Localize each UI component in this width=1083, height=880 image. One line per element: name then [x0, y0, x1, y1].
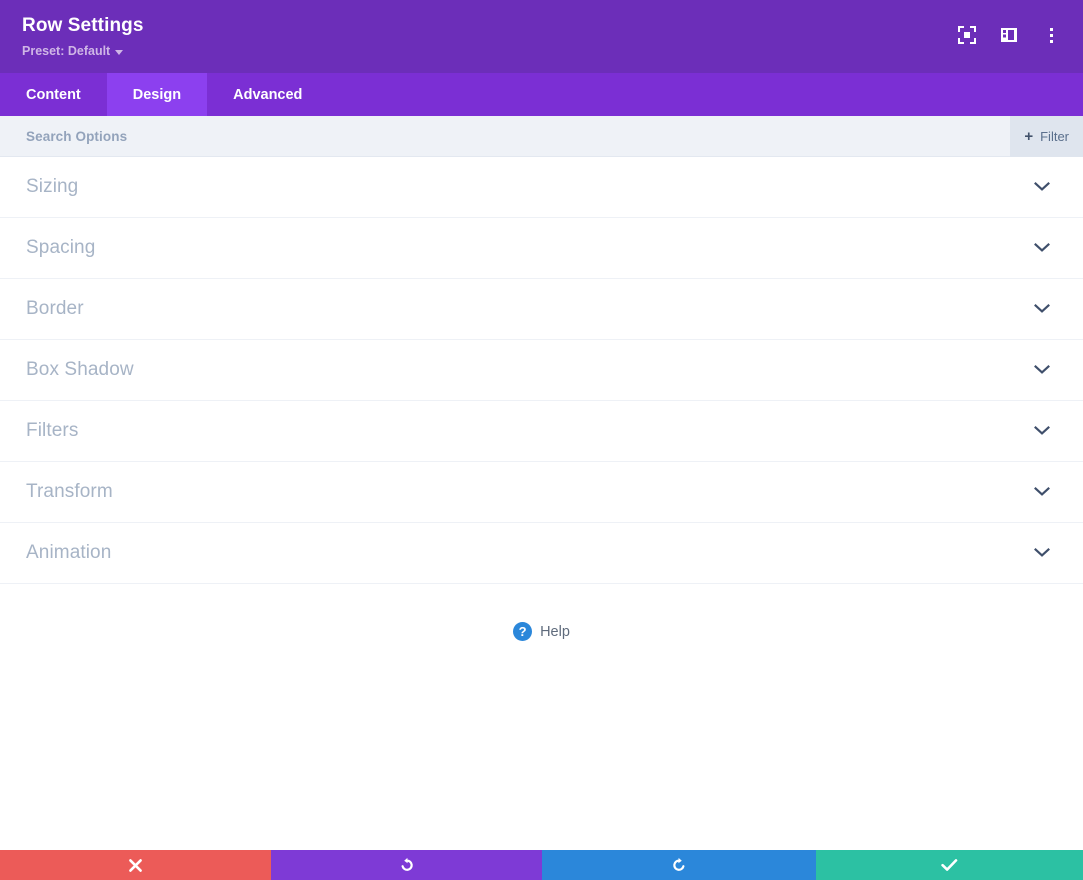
kebab-menu-icon[interactable] [1039, 23, 1063, 47]
preset-selector[interactable]: Preset: Default [22, 43, 124, 59]
save-button[interactable] [816, 850, 1083, 880]
section-animation[interactable]: Animation [0, 523, 1083, 584]
header-actions [955, 14, 1067, 47]
tab-bar: Content Design Advanced [0, 73, 1083, 116]
undo-button[interactable] [271, 850, 542, 880]
section-transform[interactable]: Transform [0, 462, 1083, 523]
search-input[interactable] [26, 128, 1083, 144]
undo-arrow-icon [399, 857, 415, 873]
section-label: Sizing [26, 176, 79, 197]
plus-icon: + [1024, 128, 1034, 145]
redo-arrow-icon [671, 857, 687, 873]
chevron-down-icon [1033, 178, 1051, 196]
tab-content[interactable]: Content [0, 73, 107, 116]
section-spacing[interactable]: Spacing [0, 218, 1083, 279]
search-bar: + Filter [0, 116, 1083, 157]
question-mark-icon: ? [513, 622, 533, 641]
header-title-group: Row Settings Preset: Default [22, 14, 955, 60]
section-label: Box Shadow [26, 359, 134, 380]
section-label: Border [26, 298, 84, 319]
chevron-down-icon [1033, 422, 1051, 440]
filter-button-label: Filter [1040, 129, 1069, 144]
preset-label: Preset: Default [22, 44, 111, 58]
close-x-icon [128, 858, 143, 873]
action-bar [0, 850, 1083, 880]
chevron-down-icon [1033, 239, 1051, 257]
section-label: Filters [26, 420, 79, 441]
tab-design[interactable]: Design [106, 73, 208, 116]
tab-advanced[interactable]: Advanced [207, 73, 328, 116]
chevron-down-icon [1033, 361, 1051, 379]
section-filters[interactable]: Filters [0, 401, 1083, 462]
section-border[interactable]: Border [0, 279, 1083, 340]
section-sizing[interactable]: Sizing [0, 157, 1083, 218]
row-settings-modal: Row Settings Preset: Default Content Des… [0, 0, 1083, 880]
chevron-down-icon [1033, 544, 1051, 562]
chevron-down-icon [1033, 300, 1051, 318]
expand-view-icon[interactable] [955, 23, 979, 47]
section-label: Transform [26, 481, 113, 502]
chevron-down-icon [1033, 483, 1051, 501]
settings-section-list: Sizing Spacing Border Box Shadow Filters [0, 157, 1083, 584]
section-label: Animation [26, 542, 112, 563]
redo-button[interactable] [542, 850, 816, 880]
panel-layout-icon[interactable] [997, 23, 1021, 47]
page-title: Row Settings [22, 15, 144, 36]
modal-header: Row Settings Preset: Default [0, 0, 1083, 73]
checkmark-icon [941, 858, 958, 872]
cancel-button[interactable] [0, 850, 271, 880]
chevron-down-icon [115, 49, 124, 55]
section-box-shadow[interactable]: Box Shadow [0, 340, 1083, 401]
help-link[interactable]: ? Help [0, 584, 1083, 641]
section-label: Spacing [26, 237, 96, 258]
help-label: Help [540, 623, 570, 640]
filter-button[interactable]: + Filter [1010, 116, 1083, 157]
